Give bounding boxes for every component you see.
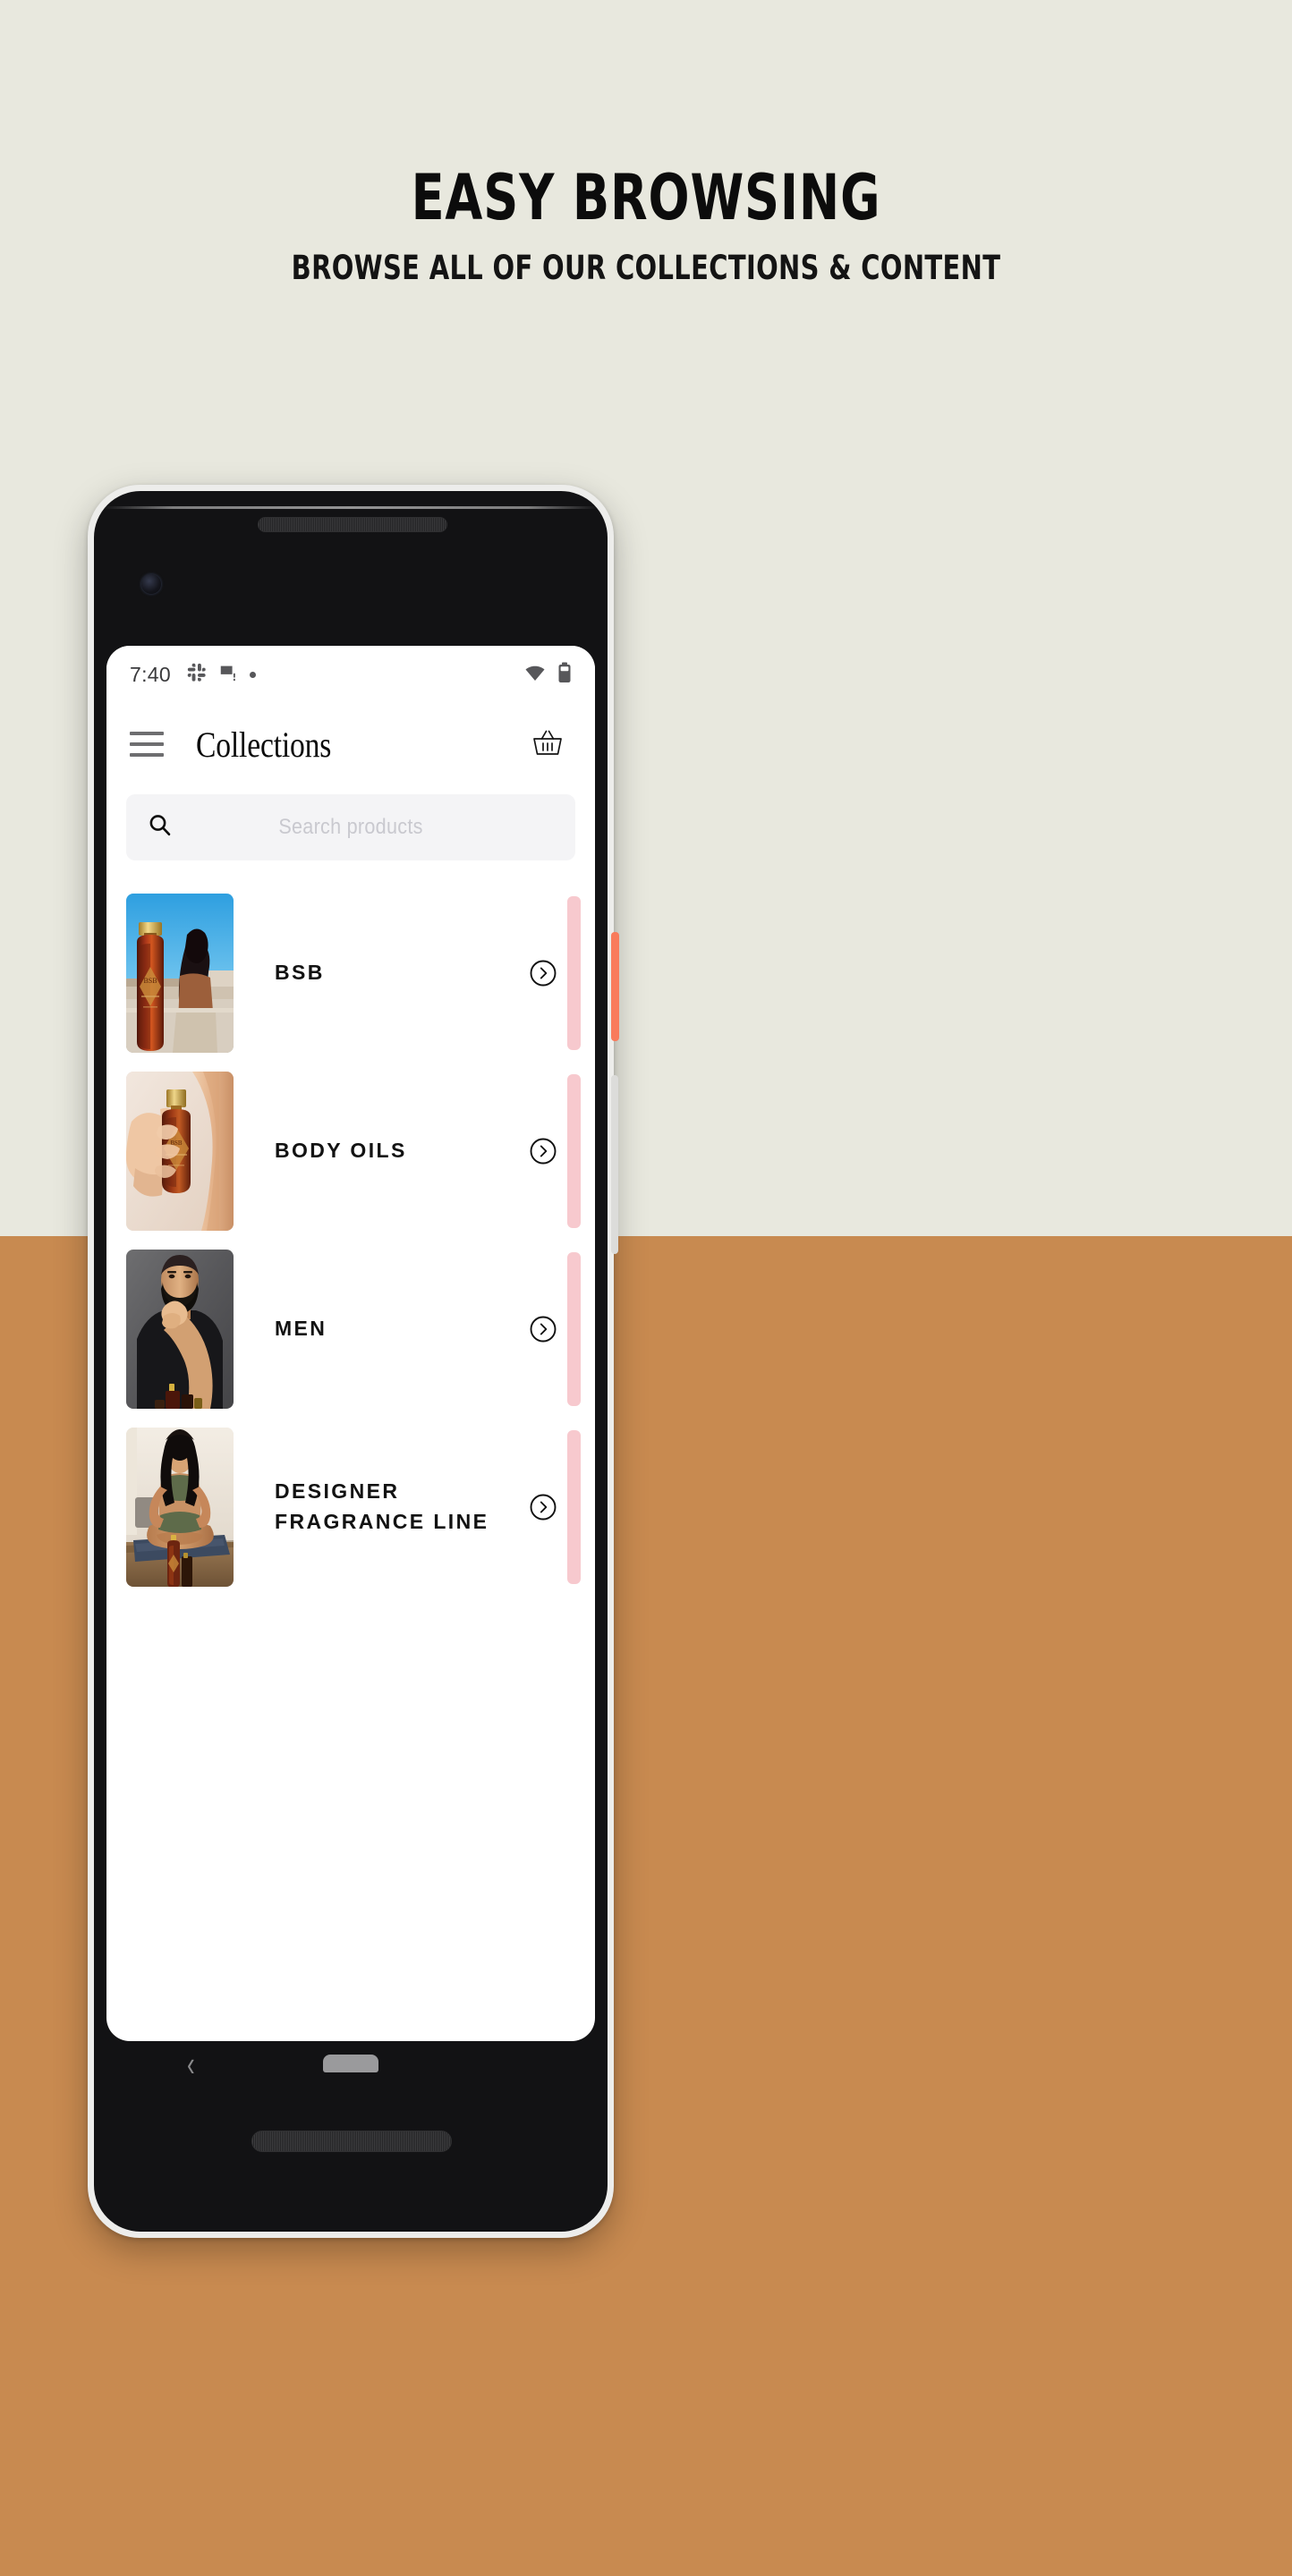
power-button[interactable] <box>611 932 619 1041</box>
collection-thumbnail <box>126 1249 234 1409</box>
page-subtitle: BROWSE ALL OF OUR COLLECTIONS & CONTENT <box>291 249 1001 287</box>
slack-icon <box>187 663 207 687</box>
phone-screen: 7:40 Collections Search products BSB BSB… <box>106 646 595 2041</box>
search-icon <box>146 811 174 844</box>
chevron-right-circle-icon[interactable] <box>523 953 563 993</box>
search-input[interactable]: Search products <box>126 794 575 860</box>
status-bar-clock: 7:40 <box>130 662 171 686</box>
list-item[interactable]: MEN <box>106 1240 595 1418</box>
bottom-speaker-grille <box>251 2131 452 2152</box>
collection-name: BSB <box>275 960 325 984</box>
list-item[interactable]: BSB BODY OILS <box>106 1062 595 1240</box>
list-item[interactable]: DESIGNER FRAGRANCE LINE <box>106 1418 595 1596</box>
collection-thumbnail <box>126 1427 234 1587</box>
collection-indicator-bar <box>567 1074 581 1228</box>
collection-thumbnail: BSB <box>126 893 234 1053</box>
front-camera-icon <box>141 574 161 594</box>
collection-indicator-bar <box>567 1252 581 1406</box>
chevron-right-circle-icon[interactable] <box>523 1487 563 1527</box>
android-nav-bar: ‹ <box>106 2041 595 2098</box>
status-bar-system-icons <box>524 662 572 688</box>
collection-name: DESIGNER FRAGRANCE LINE <box>275 1479 489 1533</box>
dot-icon <box>249 671 256 678</box>
collection-name: BODY OILS <box>275 1138 407 1162</box>
collection-thumbnail: BSB <box>126 1071 234 1231</box>
volume-button[interactable] <box>611 1075 618 1254</box>
hamburger-line <box>130 742 164 746</box>
promo-text-block: EASY BROWSING BROWSE ALL OF OUR COLLECTI… <box>0 166 1292 287</box>
app-bar: Collections <box>106 703 595 785</box>
app-bar-title: Collections <box>196 724 332 765</box>
phone-bezel-highlight <box>104 506 598 509</box>
status-bar: 7:40 <box>106 646 595 703</box>
svg-text:BSB: BSB <box>143 977 157 985</box>
hamburger-icon[interactable] <box>130 726 169 762</box>
collection-indicator-bar <box>567 896 581 1050</box>
battery-icon <box>557 662 572 688</box>
list-item[interactable]: BSB BSB <box>106 884 595 1062</box>
back-chevron-icon[interactable]: ‹ <box>187 2046 195 2081</box>
collection-name: MEN <box>275 1316 327 1340</box>
earpiece-speaker <box>258 517 447 532</box>
chevron-right-circle-icon[interactable] <box>523 1309 563 1349</box>
phone-mockup: 7:40 Collections Search products BSB BSB… <box>88 485 619 2238</box>
page-title: EASY BROWSING <box>411 161 881 234</box>
collections-list: BSB BSB BSB BODY OILS MEN DESIGNER FRAGR… <box>106 884 595 1596</box>
hamburger-line <box>130 753 164 757</box>
chevron-right-circle-icon[interactable] <box>523 1131 563 1171</box>
hamburger-line <box>130 732 164 735</box>
status-bar-notification-icons <box>187 663 256 687</box>
home-pill-icon[interactable] <box>323 2055 378 2072</box>
image-alert-icon <box>218 663 238 687</box>
wifi-icon <box>524 662 546 688</box>
shopping-basket-icon[interactable] <box>523 720 572 768</box>
collection-indicator-bar <box>567 1430 581 1584</box>
search-input-placeholder: Search products <box>278 815 423 839</box>
